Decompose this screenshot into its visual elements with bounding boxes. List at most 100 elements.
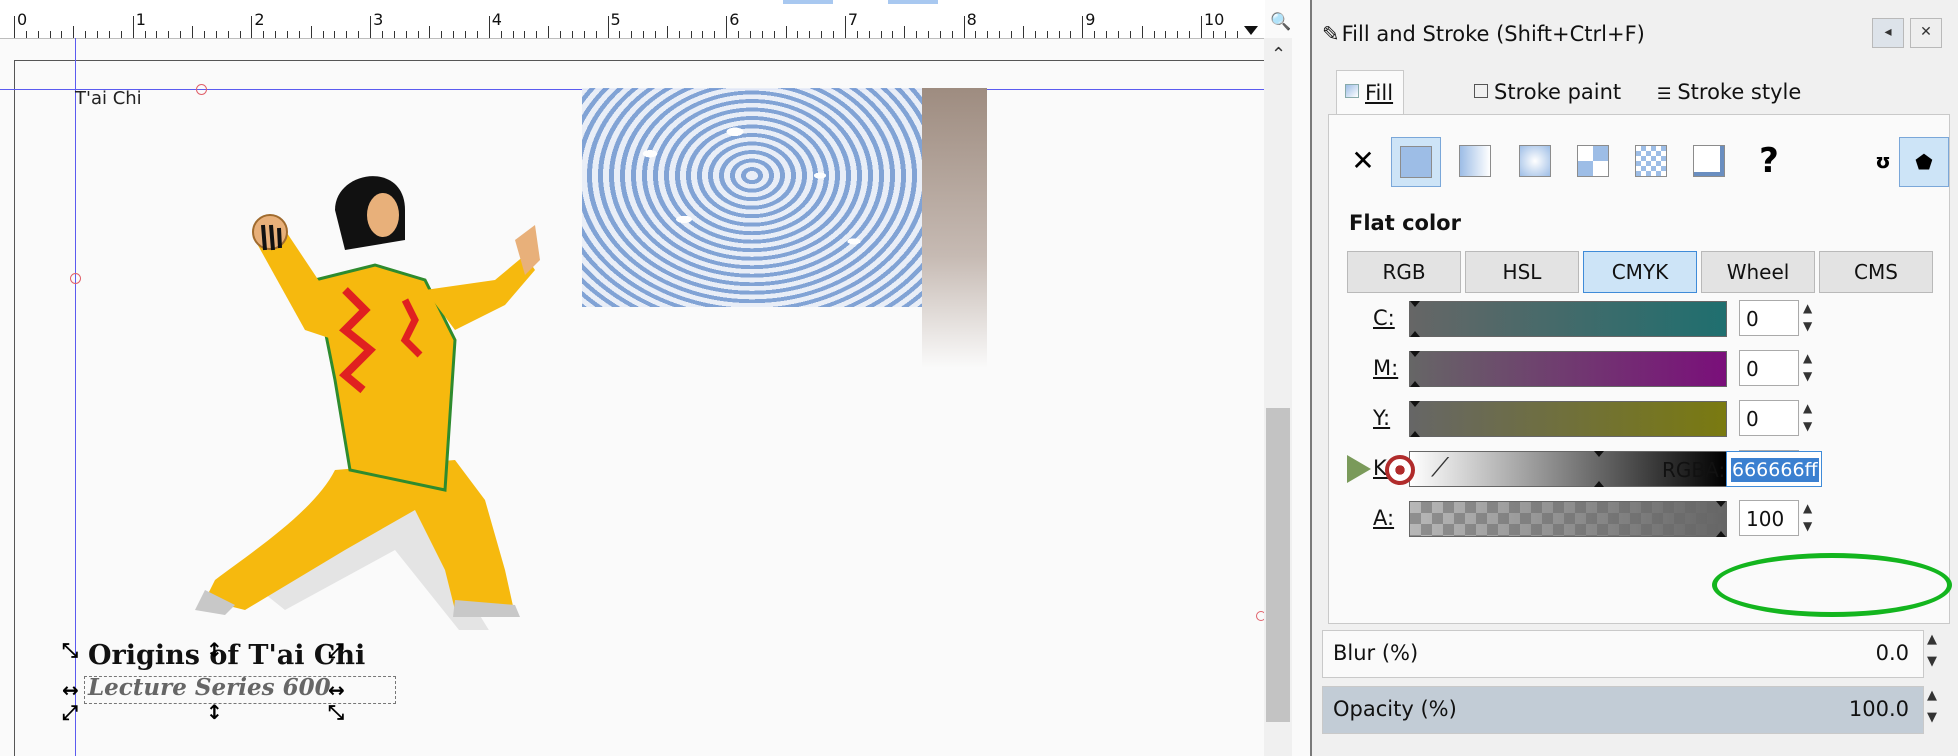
ruler-minor-tick	[453, 31, 455, 38]
title-text[interactable]: Origins of T'ai Chi	[88, 640, 365, 671]
rgba-input[interactable]: 666666ff	[1726, 451, 1822, 487]
drawing-canvas[interactable]: 0 1 2 3 4 5 6 7 8 9 10 🔍 T'ai Chi Origins of T'ai	[0, 0, 1310, 756]
stretch-handle-icon[interactable]: ↔	[62, 680, 79, 700]
ruler-number: 3	[373, 10, 384, 29]
subtitle-text[interactable]: Lecture Series 600	[88, 674, 331, 701]
ruler-minor-tick	[536, 31, 538, 38]
mesh-gradient-button[interactable]	[1569, 137, 1617, 185]
ruler-tick	[726, 16, 728, 38]
ruler-minor-tick	[631, 31, 633, 38]
mode-wheel-button[interactable]: Wheel	[1701, 251, 1815, 293]
ruler-minor-tick	[856, 31, 858, 38]
ruler-minor-tick	[37, 31, 39, 38]
ruler-minor-tick	[500, 31, 502, 38]
stretch-handle-icon[interactable]: ↕	[206, 702, 223, 722]
scrollbar-thumb[interactable]	[1266, 408, 1290, 722]
ruler-number: 10	[1204, 10, 1225, 29]
eyedropper-icon[interactable]: ⟋	[1431, 453, 1449, 484]
channel-slider[interactable]	[1409, 401, 1727, 437]
ruler-tick	[370, 16, 372, 38]
close-panel-button[interactable]: ✕	[1910, 18, 1942, 48]
zoom-icon[interactable]: 🔍	[1270, 12, 1291, 32]
slider-marker-icon[interactable]	[1410, 401, 1420, 407]
chevron-up-icon[interactable]: ⌃	[1271, 44, 1286, 65]
channel-spinner[interactable]: ▲▼	[1801, 350, 1819, 386]
collapse-panel-button[interactable]: ◂	[1872, 18, 1904, 48]
ruler-minor-tick	[595, 31, 597, 38]
ruler-tick	[14, 16, 15, 38]
ruler-minor-tick	[643, 31, 645, 38]
stretch-handle-icon[interactable]: ↔	[328, 680, 345, 700]
scale-handle-icon[interactable]: ⤡	[62, 640, 78, 660]
ruler-minor-tick	[203, 31, 205, 38]
rotate-handle-icon[interactable]: ↕	[206, 640, 223, 660]
out-of-gamut-icon[interactable]	[1385, 455, 1415, 485]
linear-gradient-button[interactable]	[1451, 137, 1499, 185]
nonzero-icon[interactable]: ⬟	[1899, 137, 1949, 187]
mode-rgb-button[interactable]: RGB	[1347, 251, 1461, 293]
slider-marker-icon[interactable]	[1410, 331, 1420, 337]
ruler-minor-tick	[239, 31, 241, 38]
ruler-minor-tick	[1224, 31, 1226, 38]
tai-chi-figure[interactable]	[195, 170, 635, 630]
no-paint-icon[interactable]: ✕	[1339, 137, 1387, 185]
unset-paint-icon[interactable]: ?	[1745, 137, 1793, 185]
ruler-minor-tick	[334, 31, 336, 38]
blur-spinner[interactable]: ▲ ▼	[1924, 630, 1944, 676]
tab-stroke-paint[interactable]: Stroke paint	[1468, 70, 1627, 114]
ruler-minor-tick	[1117, 31, 1119, 38]
ruler-minor-tick	[1236, 31, 1238, 38]
blur-row[interactable]: Blur (%) 0.0	[1322, 630, 1924, 678]
tab-stroke-style[interactable]: ☰ Stroke style	[1651, 70, 1807, 114]
color-managed-icon[interactable]	[1347, 455, 1371, 483]
channel-label: C:	[1373, 306, 1395, 330]
ruler-minor-tick	[524, 31, 526, 38]
slider-marker-icon[interactable]	[1593, 481, 1604, 487]
ruler-minor-tick	[619, 31, 621, 38]
ruler-minor-tick	[512, 31, 514, 38]
mode-hsl-button[interactable]: HSL	[1465, 251, 1579, 293]
ruler-minor-tick	[73, 26, 75, 38]
ruler-minor-tick	[1070, 31, 1072, 38]
ruler-minor-tick	[797, 31, 799, 38]
opacity-row[interactable]: Opacity (%) 100.0	[1322, 686, 1924, 734]
slider-marker-icon[interactable]	[1716, 531, 1726, 537]
channel-slider[interactable]	[1409, 501, 1727, 537]
channel-value-input[interactable]: 100	[1739, 500, 1799, 536]
channel-value-input[interactable]: 0	[1739, 350, 1799, 386]
scale-handle-icon[interactable]: ⤢	[328, 640, 344, 660]
channel-spinner[interactable]: ▲▼	[1801, 500, 1819, 536]
fill-stroke-panel: ✎Fill and Stroke (Shift+Ctrl+F) ◂ ✕ Fill…	[1310, 0, 1958, 756]
channel-spinner[interactable]: ▲▼	[1801, 300, 1819, 336]
ruler-minor-tick	[263, 31, 265, 38]
slider-marker-icon[interactable]	[1410, 431, 1420, 437]
scale-handle-icon[interactable]: ⤡	[328, 702, 344, 722]
ruler-minor-tick	[465, 31, 467, 38]
pillar-gradient[interactable]	[922, 88, 987, 368]
slider-marker-icon[interactable]	[1410, 301, 1420, 307]
scale-handle-icon[interactable]: ⤢	[62, 702, 78, 722]
tab-fill[interactable]: Fill	[1336, 70, 1405, 115]
channel-value-input[interactable]: 0	[1739, 300, 1799, 336]
mode-cms-button[interactable]: CMS	[1819, 251, 1933, 293]
guide-node[interactable]	[196, 84, 207, 95]
slider-marker-icon[interactable]	[1593, 451, 1604, 457]
guide-node[interactable]	[70, 273, 81, 284]
flat-color-button[interactable]	[1391, 137, 1441, 187]
channel-slider[interactable]	[1409, 301, 1727, 337]
opacity-spinner[interactable]: ▲ ▼	[1924, 686, 1944, 732]
channel-spinner[interactable]: ▲▼	[1801, 400, 1819, 436]
radial-gradient-button[interactable]	[1511, 137, 1559, 185]
ruler-tick	[1082, 16, 1084, 38]
channel-label: M:	[1373, 356, 1399, 380]
ruler-minor-tick	[25, 31, 27, 38]
ruler-minor-tick	[868, 31, 870, 38]
slider-marker-icon[interactable]	[1410, 351, 1420, 357]
pattern-button[interactable]	[1627, 137, 1675, 185]
slider-marker-icon[interactable]	[1716, 501, 1726, 507]
mode-cmyk-button[interactable]: CMYK	[1583, 251, 1697, 293]
channel-slider[interactable]	[1409, 351, 1727, 387]
swatch-button[interactable]	[1685, 137, 1733, 185]
channel-value-input[interactable]: 0	[1739, 400, 1799, 436]
slider-marker-icon[interactable]	[1410, 381, 1420, 387]
